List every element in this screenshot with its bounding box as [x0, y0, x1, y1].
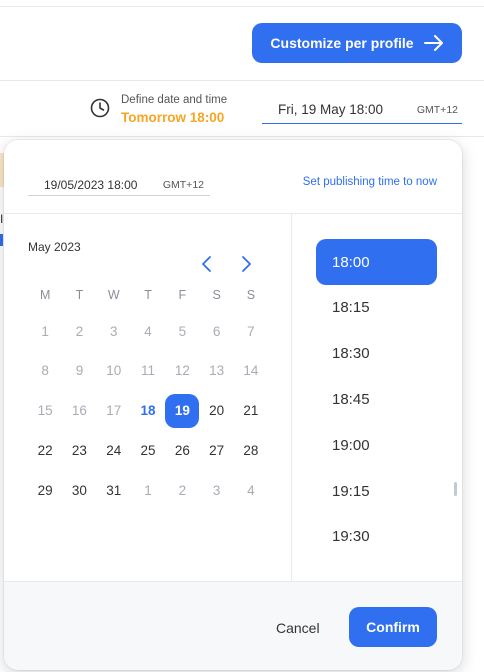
calendar-week-row: 15 16 17 18 19 20 21 [28, 393, 268, 428]
calendar-day[interactable]: 20 [199, 394, 233, 428]
calendar-day[interactable]: 17 [97, 394, 131, 428]
top-divider [0, 6, 484, 7]
schedule-date-field[interactable]: Fri, 19 May 18:00 GMT+12 [262, 98, 462, 124]
calendar-day[interactable]: 16 [62, 394, 96, 428]
arrow-right-icon [423, 35, 443, 51]
calendar-day[interactable]: 31 [97, 473, 131, 507]
weekday-label: M [39, 288, 51, 302]
time-slot[interactable]: 18:45 [316, 376, 437, 422]
left-stub-text: I [0, 212, 4, 226]
weekday-label: W [107, 288, 120, 302]
calendar-day[interactable]: 4 [234, 473, 268, 507]
cancel-button[interactable]: Cancel [270, 612, 326, 644]
weekday-label: T [144, 288, 152, 302]
left-link-stub [0, 234, 3, 246]
calendar-week-row: 22 23 24 25 26 27 28 [28, 433, 268, 467]
calendar-day[interactable]: 25 [131, 433, 165, 467]
time-list-scrollbar[interactable] [454, 482, 457, 496]
calendar-day[interactable]: 22 [28, 433, 62, 467]
customize-per-profile-button[interactable]: Customize per profile [252, 23, 462, 63]
calendar-day[interactable]: 5 [165, 314, 199, 348]
calendar-day[interactable]: 11 [131, 354, 165, 388]
time-slot[interactable]: 18:00 [316, 239, 437, 285]
calendar-day[interactable]: 2 [62, 314, 96, 348]
calendar-day[interactable]: 23 [62, 433, 96, 467]
calendar-day[interactable]: 30 [62, 473, 96, 507]
calendar-day[interactable]: 7 [234, 314, 268, 348]
calendar-day[interactable]: 10 [97, 354, 131, 388]
calendar-day[interactable]: 19 [165, 393, 200, 428]
calendar-day[interactable]: 6 [199, 314, 233, 348]
time-slot[interactable]: 19:15 [316, 468, 437, 514]
weekday-header: MTWTFSS [28, 288, 268, 302]
set-publishing-time-now-link[interactable]: Set publishing time to now [303, 176, 437, 188]
calendar-day[interactable]: 2 [165, 473, 199, 507]
time-slot[interactable]: 18:15 [316, 285, 437, 331]
schedule-date-value: Fri, 19 May 18:00 [278, 102, 384, 117]
chevron-left-icon[interactable] [197, 254, 217, 274]
weekday-label: T [75, 288, 84, 302]
calendar-day[interactable]: 8 [28, 354, 62, 388]
calendar-day[interactable]: 29 [28, 473, 62, 507]
customize-label: Customize per profile [270, 35, 414, 51]
confirm-button[interactable]: Confirm [349, 607, 437, 647]
calendar-day[interactable]: 14 [234, 354, 268, 388]
calendar-day[interactable]: 12 [165, 354, 199, 388]
calendar-week-row: 8 9 10 11 12 13 14 [28, 354, 268, 388]
calendar-panel: May 2023 MTWTFSS 1 2 3 4 5 6 7 8 9 10 11 12 13 14 15 16… [4, 214, 292, 581]
calendar-week-row: 29 30 31 1 2 3 4 [28, 473, 268, 507]
calendar-day[interactable]: 24 [97, 433, 131, 467]
calendar-day[interactable]: 3 [97, 314, 131, 348]
weekday-label: F [178, 288, 187, 302]
time-slot[interactable]: 18:30 [316, 331, 437, 377]
weekday-label: S [246, 288, 256, 302]
publish-datetime-input[interactable]: 19/05/2023 18:00 GMT+12 [28, 170, 210, 196]
calendar-day[interactable]: 4 [131, 314, 165, 348]
month-label: May 2023 [28, 240, 81, 254]
define-date-value: Tomorrow 18:00 [121, 110, 225, 125]
calendar-day[interactable]: 13 [199, 354, 233, 388]
time-slot[interactable]: 19:00 [316, 422, 437, 468]
calendar-day[interactable]: 27 [199, 433, 233, 467]
picker-header: 19/05/2023 18:00 GMT+12 Set publishing t… [4, 140, 462, 214]
time-slot[interactable]: 19:30 [316, 514, 437, 560]
chevron-right-icon[interactable] [236, 254, 256, 274]
schedule-timezone: GMT+12 [416, 104, 458, 116]
publish-timezone: GMT+12 [162, 179, 204, 191]
section-divider [0, 136, 484, 137]
clock-icon [90, 98, 110, 118]
calendar-week-row: 1234567 [28, 314, 268, 348]
calendar-day[interactable]: 15 [28, 394, 62, 428]
calendar-day[interactable]: 28 [234, 433, 268, 467]
calendar-day[interactable]: 1 [28, 314, 62, 348]
calendar-day[interactable]: 3 [199, 473, 233, 507]
calendar-day[interactable]: 9 [62, 354, 96, 388]
calendar-day[interactable]: 1 [131, 473, 165, 507]
picker-footer: Cancel Confirm [4, 581, 462, 670]
calendar-day[interactable]: 18 [131, 394, 165, 428]
calendar-day[interactable]: 21 [234, 394, 268, 428]
calendar-day[interactable]: 26 [165, 433, 199, 467]
weekday-label: S [212, 288, 221, 302]
header-divider [0, 80, 484, 81]
time-list: 18:00 18:15 18:30 18:45 19:00 19:15 19:30 [292, 214, 462, 581]
publish-datetime-value: 19/05/2023 18:00 [44, 178, 138, 192]
datetime-picker-popup: 19/05/2023 18:00 GMT+12 Set publishing t… [4, 140, 462, 670]
define-date-label: Define date and time [121, 94, 228, 106]
